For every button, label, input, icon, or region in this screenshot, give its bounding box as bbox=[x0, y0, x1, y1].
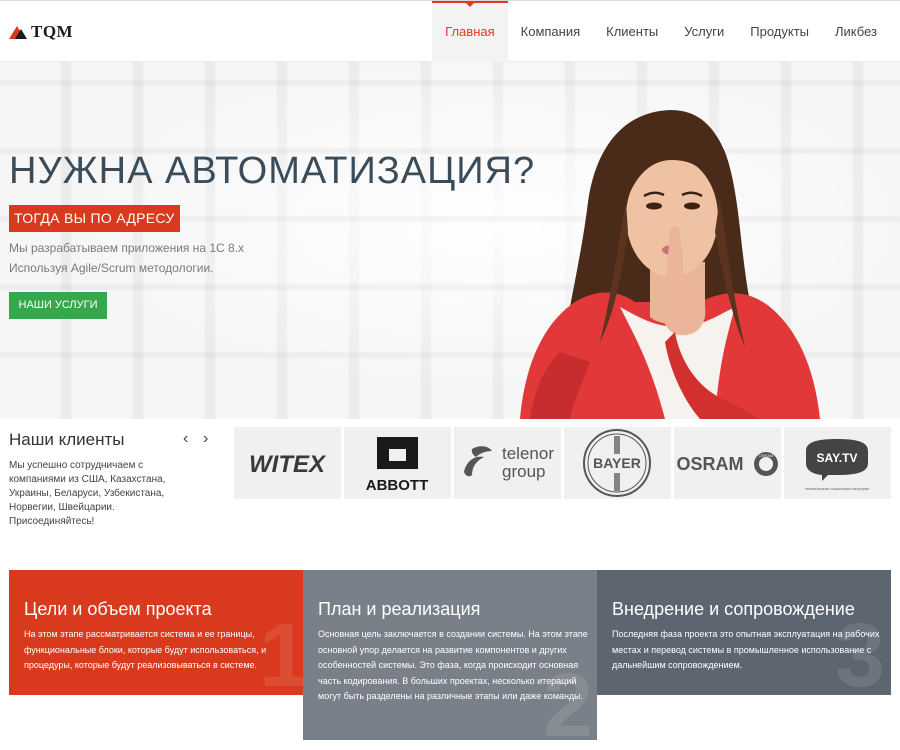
clients-next-arrow-icon[interactable]: › bbox=[203, 430, 208, 448]
nav-item-likbez[interactable]: Ликбез bbox=[822, 1, 890, 62]
clients-prev-arrow-icon[interactable]: ‹ bbox=[183, 430, 188, 448]
osram-wordmark: OSRAM bbox=[677, 454, 744, 474]
phase-card-plan: 2 План и реализация Основная цель заключ… bbox=[303, 570, 597, 740]
client-logo-witex[interactable]: WITEX bbox=[234, 427, 341, 499]
page: TQM Главная Компания Клиенты Услуги Прод… bbox=[0, 0, 900, 750]
nav-item-services[interactable]: Услуги bbox=[671, 1, 737, 62]
client-logo-saytv[interactable]: SAY.TV телевизионная социальная платформ… bbox=[784, 427, 891, 499]
logo-text: TQM bbox=[31, 22, 74, 41]
nav-item-products[interactable]: Продукты bbox=[737, 1, 822, 62]
main-nav: Главная Компания Клиенты Услуги Продукты… bbox=[432, 1, 890, 62]
clients-description: Мы успешно сотрудничаем с компаниями из … bbox=[9, 460, 166, 527]
hero-line-1: Мы разрабатываем приложения на 1С 8.х bbox=[9, 241, 245, 255]
phase-card-deployment: 3 Внедрение и сопровождение Последняя фа… bbox=[597, 570, 891, 695]
nav-item-company[interactable]: Компания bbox=[508, 1, 594, 62]
hero-woman-photo bbox=[520, 110, 820, 419]
phase-title-plan: План и реализация bbox=[318, 599, 481, 619]
site-logo[interactable]: TQM bbox=[9, 21, 73, 43]
our-services-button[interactable]: НАШИ УСЛУГИ bbox=[9, 292, 107, 319]
phase-text-plan: Основная цель заключается в создании сис… bbox=[318, 629, 588, 701]
phase-text-goals: На этом этапе рассматривается система и … bbox=[24, 629, 267, 670]
nav-item-clients[interactable]: Клиенты bbox=[593, 1, 671, 62]
client-logo-bayer[interactable]: BAYER bbox=[564, 427, 671, 499]
telenor-group-wordmark: group bbox=[502, 462, 545, 481]
site-header: TQM Главная Компания Клиенты Услуги Прод… bbox=[0, 0, 900, 62]
telenor-wordmark: telenor bbox=[502, 444, 554, 463]
bayer-wordmark: BAYER bbox=[593, 455, 641, 471]
clients-title: Наши клиенты bbox=[9, 430, 125, 449]
witex-wordmark: WITEX bbox=[249, 451, 327, 478]
phase-title-goals: Цели и объем проекта bbox=[24, 599, 212, 619]
phase-text-deployment: Последняя фаза проекта это опытная экспл… bbox=[612, 629, 880, 670]
hero-description: Мы разрабатываем приложения на 1С 8.х Ис… bbox=[9, 238, 244, 278]
clients-logo-carousel: WITEX ABBOTT telenor group BAYER OSRAM O… bbox=[234, 427, 891, 499]
logo-triangle-icon bbox=[9, 25, 29, 39]
hero-title: НУЖНА АВТОМАТИЗАЦИЯ? bbox=[9, 150, 536, 192]
saytv-wordmark: SAY.TV bbox=[817, 451, 858, 465]
hero-tagline: ТОГДА ВЫ ПО АДРЕСУ bbox=[9, 205, 180, 232]
client-logo-abbott[interactable]: ABBOTT bbox=[344, 427, 451, 499]
abbott-wordmark: ABBOTT bbox=[366, 477, 429, 494]
saytv-tagline: телевизионная социальная платформа bbox=[805, 487, 869, 491]
client-logo-telenor[interactable]: telenor group bbox=[454, 427, 561, 499]
hero-banner: НУЖНА АВТОМАТИЗАЦИЯ? ТОГДА ВЫ ПО АДРЕСУ … bbox=[0, 62, 900, 419]
client-logo-osram[interactable]: OSRAM OSRAM bbox=[674, 427, 781, 499]
phase-title-deployment: Внедрение и сопровождение bbox=[612, 599, 855, 619]
phase-card-goals: 1 Цели и объем проекта На этом этапе рас… bbox=[9, 570, 303, 695]
hero-line-2: Используя Agile/Scrum методологии. bbox=[9, 261, 214, 275]
osram-badge-text: OSRAM bbox=[759, 453, 774, 458]
nav-item-home[interactable]: Главная bbox=[432, 1, 508, 62]
